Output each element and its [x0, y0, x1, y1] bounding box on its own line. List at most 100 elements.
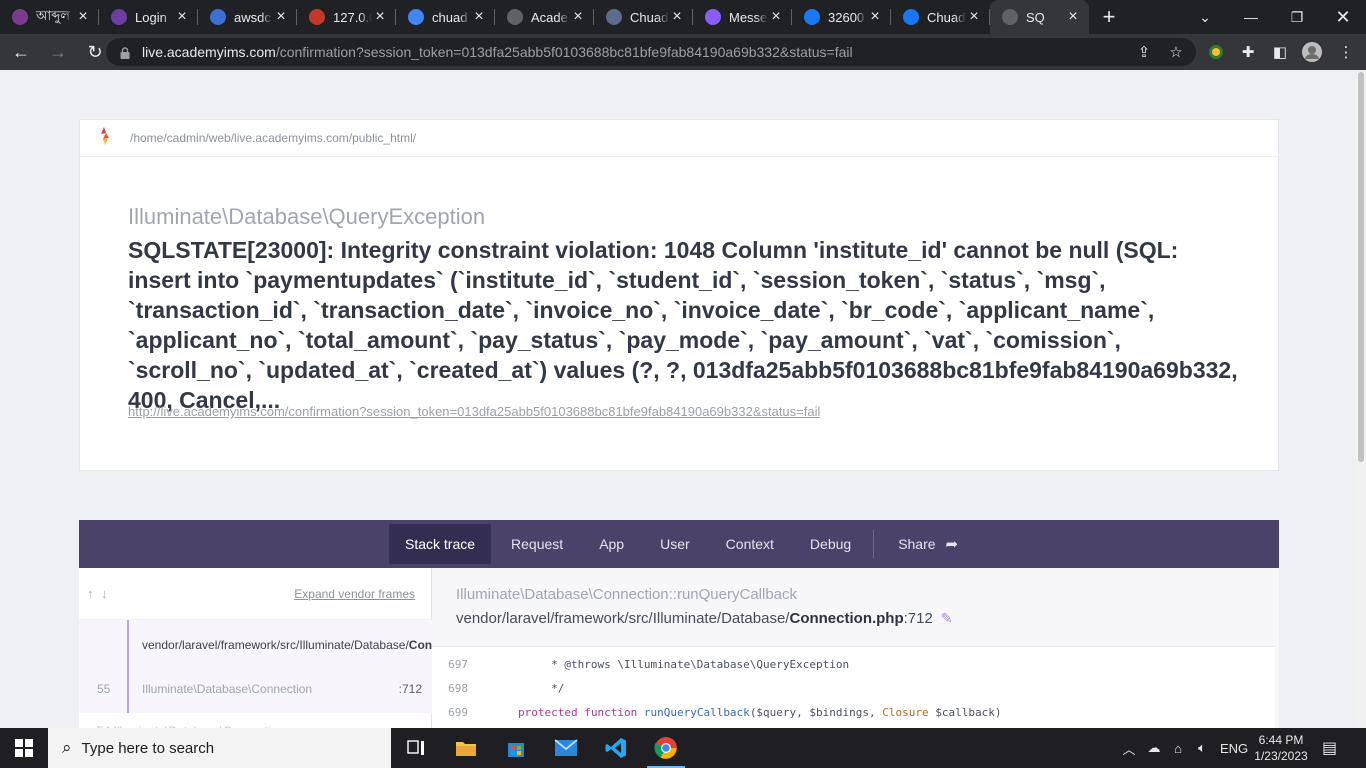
code-line: 699 protected function runQueryCallback(…	[432, 700, 1275, 724]
profile-avatar[interactable]	[1298, 38, 1326, 66]
card-header: /home/cadmin/web/live.academyims.com/pub…	[80, 120, 1278, 157]
tab-title: আব্দুল	[36, 7, 70, 23]
browser-tab[interactable]: awsdc ×	[198, 0, 297, 34]
browser-tab[interactable]: Messe ×	[693, 0, 792, 34]
browser-tab[interactable]: Chuad ×	[594, 0, 693, 34]
tab-app[interactable]: App	[583, 524, 640, 564]
frame-nav-arrows-icon[interactable]: ↑ ↓	[87, 586, 110, 601]
close-tab-icon[interactable]: ×	[1065, 9, 1081, 25]
search-placeholder: Type here to search	[81, 739, 215, 757]
messenger-icon	[705, 9, 721, 25]
code-args-end: $callback)	[928, 705, 1002, 719]
system-clock[interactable]: 6:44 PM 1/23/2023	[1248, 728, 1314, 768]
code-file-name: Connection.php	[789, 610, 904, 627]
close-tab-icon[interactable]: ×	[768, 9, 784, 25]
close-window-icon[interactable]: ✕	[1320, 0, 1366, 34]
page-scrollbar[interactable]	[1356, 70, 1366, 728]
address-bar[interactable]: live.academyims.com/confirmation?session…	[106, 38, 1196, 66]
volume-icon[interactable]: 🔈︎	[1190, 740, 1214, 756]
extensions-puzzle-icon[interactable]: ✚	[1234, 38, 1262, 66]
windows-start-icon[interactable]	[0, 728, 48, 768]
cloud-icon[interactable]: ☁	[1142, 740, 1166, 756]
code-snippet: 697 * @throws \Illuminate\Database\Query…	[432, 646, 1275, 728]
side-panel-icon[interactable]: ◧	[1266, 38, 1294, 66]
forward-icon[interactable]: →	[42, 36, 74, 68]
browser-tab[interactable]: Login ×	[99, 0, 198, 34]
tab-title: awsdc	[234, 9, 271, 25]
input-language[interactable]: ENG	[1220, 741, 1248, 756]
code-keyword: protected function	[518, 705, 638, 719]
edit-pencil-icon[interactable]: ✎	[941, 610, 953, 626]
menu-kebab-icon[interactable]: ⋮	[1332, 38, 1360, 66]
frame-line: :712	[398, 682, 422, 696]
browser-tab[interactable]: Chuad ×	[891, 0, 990, 34]
close-tab-icon[interactable]: ×	[867, 9, 883, 25]
taskbar-search-box[interactable]: ⌕ Type here to search	[48, 728, 391, 768]
close-tab-icon[interactable]: ×	[471, 9, 487, 25]
frame-selected-marker	[127, 620, 129, 713]
notifications-icon[interactable]: ▤	[1322, 728, 1337, 768]
page-viewport: /home/cadmin/web/live.academyims.com/pub…	[0, 70, 1356, 728]
close-tab-icon[interactable]: ×	[75, 9, 91, 25]
browser-tab[interactable]: chuad ×	[396, 0, 495, 34]
store-icon[interactable]	[491, 728, 541, 768]
file-explorer-icon[interactable]	[441, 728, 491, 768]
frame-method: Illuminate\Database\Connection::runQuery…	[456, 586, 798, 603]
exception-message: SQLSTATE[23000]: Integrity constraint vi…	[128, 237, 1238, 413]
tab-strip: আব্দুল×Login×awsdc×127.0.0×chuad×Acade×C…	[0, 0, 1366, 34]
close-tab-icon[interactable]: ×	[273, 9, 289, 25]
stack-frame-selected[interactable]: vendor/laravel/framework/src/Illuminate/…	[79, 620, 500, 713]
request-url-link[interactable]: http://live.academyims.com/confirmation?…	[128, 404, 820, 419]
tab-title: Chuad	[927, 9, 966, 25]
browser-tab[interactable]: 127.0.0×	[297, 0, 396, 34]
line-source: protected function runQueryCallback($que…	[518, 706, 1001, 719]
browser-tab[interactable]: 32600 ×	[792, 0, 891, 34]
code-line: 697 * @throws \Illuminate\Database\Query…	[432, 652, 1275, 676]
tab-debug[interactable]: Debug	[794, 524, 867, 564]
close-tab-icon[interactable]: ×	[570, 9, 586, 25]
share-button[interactable]: Share ➦	[882, 524, 974, 564]
close-tab-icon[interactable]: ×	[669, 9, 685, 25]
back-icon[interactable]: ←	[5, 36, 37, 68]
tab-title: 127.0.0	[333, 9, 372, 25]
share-arrow-icon: ➦	[945, 536, 959, 553]
clock-time: 6:44 PM	[1258, 733, 1304, 747]
line-number: 698	[448, 681, 468, 695]
windows-taskbar: ⌕ Type here to search ︿ ☁ ⌂ 🔈︎ ENG 6:44 …	[0, 728, 1366, 768]
tab-title: 32600	[828, 9, 865, 25]
expand-vendor-frames-link[interactable]: Expand vendor frames	[294, 587, 415, 601]
maximize-icon[interactable]: ❐	[1274, 0, 1320, 34]
code-viewer: Illuminate\Database\Connection::runQuery…	[432, 568, 1279, 728]
extension-globe-icon[interactable]	[1202, 38, 1230, 66]
vscode-icon[interactable]	[591, 728, 641, 768]
task-view-icon[interactable]	[391, 728, 441, 768]
frames-toolbar: ↑ ↓ Expand vendor frames	[79, 568, 431, 620]
minimize-icon[interactable]: —	[1228, 0, 1274, 34]
tab-stack-trace[interactable]: Stack trace	[389, 524, 492, 564]
clock-date: 1/23/2023	[1254, 749, 1308, 763]
tab-title: Acade	[531, 9, 568, 25]
close-tab-icon[interactable]: ×	[966, 9, 982, 25]
mail-icon[interactable]	[541, 728, 591, 768]
browser-tab[interactable]: SQ ×	[990, 0, 1089, 34]
browser-tab[interactable]: Acade ×	[495, 0, 594, 34]
close-tab-icon[interactable]: ×	[174, 9, 190, 25]
tab-request[interactable]: Request	[495, 524, 579, 564]
share-page-icon[interactable]: ⇪	[1130, 38, 1158, 66]
browser-tab[interactable]: আব্দুল ×	[0, 0, 99, 34]
line-source: */	[518, 681, 565, 695]
tab-title: Login	[135, 9, 167, 25]
bookmark-star-icon[interactable]: ☆	[1162, 38, 1190, 66]
chrome-icon[interactable]	[641, 728, 691, 768]
tab-search-icon[interactable]: ⌄	[1182, 0, 1228, 34]
new-tab-button[interactable]: +	[1089, 4, 1129, 30]
tab-title: chuad	[432, 9, 468, 25]
frame-file: vendor/laravel/framework/src/Illuminate/…	[142, 638, 500, 653]
close-tab-icon[interactable]: ×	[372, 9, 388, 25]
stack-frame-next[interactable]: 54 Illuminate\Database\Connection	[79, 714, 432, 728]
scrollbar-thumb[interactable]	[1358, 72, 1364, 462]
network-icon[interactable]: ⌂	[1166, 741, 1190, 756]
tab-user[interactable]: User	[644, 524, 706, 564]
tray-chevron-icon[interactable]: ︿	[1120, 739, 1138, 758]
tab-context[interactable]: Context	[710, 524, 790, 564]
